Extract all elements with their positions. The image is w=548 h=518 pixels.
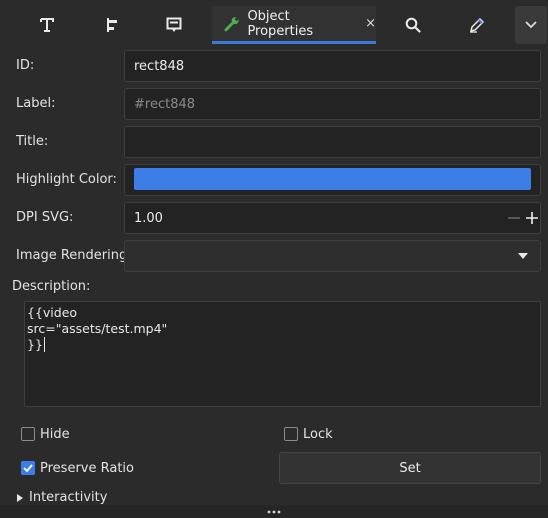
- title-label: Title:: [16, 134, 49, 149]
- align-distribute-icon: [107, 18, 117, 32]
- chevron-down-icon: [525, 21, 537, 29]
- id-label: ID:: [16, 58, 35, 73]
- interactivity-label: Interactivity: [29, 490, 108, 505]
- text-tool-tab[interactable]: [30, 6, 64, 44]
- description-textarea[interactable]: {{video src="assets/test.mp4"}}: [24, 301, 541, 407]
- tab-object-properties[interactable]: Object Properties ×: [212, 6, 376, 44]
- lock-checkbox[interactable]: [284, 427, 298, 441]
- description-line: src="assets/test.mp4": [27, 321, 168, 336]
- wrench-icon: [224, 16, 239, 31]
- preserve-ratio-label: Preserve Ratio: [40, 461, 134, 476]
- dpi-svg-spinbox[interactable]: 1.00: [124, 202, 541, 234]
- align-tab[interactable]: [94, 6, 128, 44]
- tabs-menu-button[interactable]: [515, 6, 547, 44]
- dpi-svg-label: DPI SVG:: [16, 210, 74, 225]
- close-icon[interactable]: ×: [365, 16, 376, 31]
- more-dots-icon: [267, 510, 281, 513]
- check-icon: [23, 464, 33, 473]
- label-label: Label:: [16, 96, 56, 111]
- lock-label: Lock: [303, 427, 333, 442]
- find-tab[interactable]: [396, 6, 430, 44]
- search-icon: [405, 17, 421, 33]
- hide-checkbox[interactable]: [21, 427, 35, 441]
- expand-arrow-icon: [17, 493, 23, 502]
- set-button[interactable]: Set: [279, 452, 541, 484]
- symbols-tab[interactable]: [157, 6, 191, 44]
- label-field[interactable]: #rect848: [124, 88, 541, 120]
- image-rendering-label: Image Rendering:: [16, 248, 132, 263]
- id-field[interactable]: rect848: [124, 50, 541, 82]
- plus-icon[interactable]: [525, 210, 539, 226]
- dock-tab-bar: Object Properties ×: [0, 0, 548, 46]
- tab-label: Object Properties: [247, 8, 314, 39]
- description-line: {{video: [27, 305, 78, 320]
- xml-editor-tab[interactable]: [460, 6, 494, 44]
- dpi-value: 1.00: [134, 210, 163, 226]
- preserve-ratio-checkbox[interactable]: [21, 461, 35, 475]
- resize-handle[interactable]: [0, 505, 548, 518]
- hide-label: Hide: [40, 427, 70, 442]
- interactivity-expander[interactable]: Interactivity: [16, 490, 107, 505]
- title-field[interactable]: [124, 126, 541, 158]
- highlight-color-swatch[interactable]: [134, 168, 531, 190]
- description-label: Description:: [12, 279, 91, 294]
- text-tool-icon: [40, 18, 54, 32]
- description-line: }}: [27, 337, 45, 352]
- edit-pen-icon: [469, 17, 485, 33]
- minus-icon[interactable]: [507, 210, 521, 226]
- symbol-icon: [166, 17, 182, 32]
- dropdown-arrow-icon: [518, 253, 528, 259]
- image-rendering-select[interactable]: [124, 240, 541, 272]
- highlight-color-label: Highlight Color:: [16, 172, 117, 187]
